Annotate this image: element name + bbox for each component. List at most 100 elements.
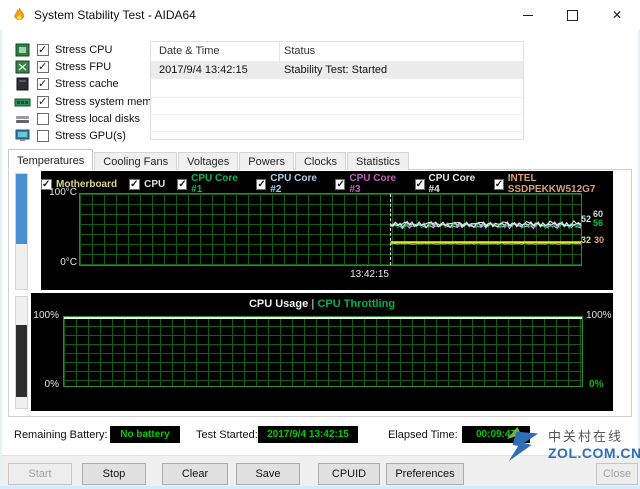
stress-option-disks[interactable]: Stress local disks bbox=[14, 110, 167, 127]
stress-option-cpu[interactable]: Stress CPU bbox=[14, 41, 167, 58]
legend-item-cpu-core-1[interactable]: CPU Core #1 bbox=[177, 173, 244, 195]
memory-module-icon bbox=[14, 95, 31, 109]
tab-clocks[interactable]: Clocks bbox=[294, 152, 346, 170]
tab-bar: Temperatures Cooling Fans Voltages Power… bbox=[8, 149, 410, 170]
preferences-button[interactable]: Preferences bbox=[386, 463, 464, 485]
legend-item-cpu-core-3[interactable]: CPU Core #3 bbox=[335, 173, 402, 195]
save-button[interactable]: Save bbox=[236, 463, 300, 485]
close-window-button[interactable]: Close bbox=[596, 463, 638, 485]
legend-checkbox[interactable] bbox=[414, 178, 425, 190]
stress-cache-label: Stress cache bbox=[55, 78, 119, 91]
stress-disks-label: Stress local disks bbox=[55, 112, 140, 125]
test-started-value: 2017/9/4 13:42:15 bbox=[267, 429, 349, 440]
column-header-status[interactable]: Status bbox=[284, 45, 315, 57]
row-separator bbox=[151, 97, 523, 98]
cpuid-button[interactable]: CPUID bbox=[318, 463, 380, 485]
slider-thumb[interactable] bbox=[16, 325, 27, 397]
slider-thumb[interactable] bbox=[16, 174, 27, 244]
maximize-icon bbox=[566, 9, 578, 21]
event-log-row[interactable]: 2017/9/4 13:42:15 Stability Test: Starte… bbox=[151, 61, 523, 79]
row-separator bbox=[151, 131, 523, 132]
stress-memory-checkbox[interactable] bbox=[37, 95, 49, 108]
tab-voltages[interactable]: Voltages bbox=[178, 152, 239, 170]
legend-checkbox[interactable] bbox=[493, 178, 504, 190]
close-icon: ✕ bbox=[611, 8, 623, 22]
legend-checkbox[interactable] bbox=[129, 178, 141, 190]
elapsed-time-value: 00:09:47 bbox=[475, 429, 517, 440]
elapsed-time-label: Elapsed Time: bbox=[388, 429, 458, 441]
minimize-icon bbox=[523, 14, 533, 16]
stress-cache-checkbox[interactable] bbox=[37, 78, 49, 91]
close-button[interactable]: ✕ bbox=[594, 0, 640, 30]
usage-y-min-left: 0% bbox=[44, 379, 59, 390]
minimize-button[interactable] bbox=[506, 0, 550, 30]
hard-disk-icon bbox=[14, 112, 31, 126]
legend-checkbox[interactable] bbox=[335, 178, 346, 190]
flame-app-icon bbox=[11, 7, 28, 29]
stability-test-window: System Stability Test - AIDA64 ✕ Stress … bbox=[0, 0, 640, 489]
legend-label: CPU Core #2 bbox=[270, 173, 317, 195]
cpu-usage-title: CPU Usage bbox=[248, 298, 309, 310]
y-axis-max-label: 100°C bbox=[49, 187, 77, 198]
temperature-chart: Motherboard CPU CPU Core #1 CPU Core #2 … bbox=[41, 171, 613, 290]
current-value-core1: 56 bbox=[593, 218, 604, 228]
stress-option-gpu[interactable]: Stress GPU(s) bbox=[14, 127, 167, 144]
window-edge bbox=[0, 30, 2, 489]
clear-button[interactable]: Clear bbox=[162, 463, 228, 485]
tab-statistics[interactable]: Statistics bbox=[347, 152, 410, 170]
legend-label: CPU Core #4 bbox=[428, 173, 476, 195]
tab-temperatures[interactable]: Temperatures bbox=[8, 149, 94, 170]
stop-button[interactable]: Stop bbox=[82, 463, 146, 485]
elapsed-time-value-box: 00:09:47 bbox=[462, 426, 530, 443]
legend-label: CPU Core #1 bbox=[191, 173, 238, 195]
usage-plot-grid bbox=[63, 316, 583, 387]
temperatures-tab-panel: Motherboard CPU CPU Core #1 CPU Core #2 … bbox=[8, 169, 632, 417]
legend-item-ssd[interactable]: INTEL SSDPEKKW512G7 bbox=[493, 173, 613, 195]
event-status: Stability Test: Started bbox=[284, 64, 388, 76]
y-axis-min-label: 0°C bbox=[60, 257, 77, 268]
event-datetime: 2017/9/4 13:42:15 bbox=[159, 64, 248, 76]
tab-powers[interactable]: Powers bbox=[239, 152, 294, 170]
test-started-value-box: 2017/9/4 13:42:15 bbox=[258, 426, 358, 443]
temperature-traces bbox=[390, 219, 581, 245]
window-title: System Stability Test - AIDA64 bbox=[34, 8, 196, 22]
current-value-motherboard: 32 bbox=[581, 235, 592, 245]
test-started-label: Test Started: bbox=[196, 429, 258, 441]
gpu-monitor-icon bbox=[14, 129, 31, 143]
legend-item-cpu[interactable]: CPU bbox=[129, 178, 166, 190]
cpu-usage-line bbox=[64, 317, 582, 319]
stress-fpu-checkbox[interactable] bbox=[37, 60, 49, 73]
tab-cooling-fans[interactable]: Cooling Fans bbox=[94, 152, 178, 170]
stress-gpu-checkbox[interactable] bbox=[37, 130, 49, 143]
cache-chip-icon bbox=[14, 77, 31, 91]
row-separator bbox=[151, 114, 523, 115]
legend-label: CPU bbox=[144, 178, 166, 190]
column-divider bbox=[279, 42, 280, 61]
button-bar: Start Stop Clear Save CPUID Preferences … bbox=[0, 455, 640, 489]
start-time-label: 13:42:15 bbox=[350, 269, 389, 280]
maximize-button[interactable] bbox=[550, 0, 594, 30]
temperature-legend: Motherboard CPU CPU Core #1 CPU Core #2 … bbox=[41, 173, 613, 195]
usage-y-max-left: 100% bbox=[33, 310, 59, 321]
column-header-datetime[interactable]: Date & Time bbox=[159, 45, 220, 57]
stress-option-cache[interactable]: Stress cache bbox=[14, 76, 167, 93]
usage-chart-scale-slider[interactable] bbox=[15, 296, 28, 409]
stress-options-list: Stress CPU Stress FPU Stress cache Stres… bbox=[14, 41, 167, 145]
start-button[interactable]: Start bbox=[8, 463, 72, 485]
stress-disks-checkbox[interactable] bbox=[37, 112, 49, 125]
legend-item-cpu-core-2[interactable]: CPU Core #2 bbox=[256, 173, 323, 195]
status-row: Remaining Battery: No battery Test Start… bbox=[0, 425, 640, 447]
usage-chart-title: CPU Usage | CPU Throttling bbox=[31, 298, 613, 310]
temperature-chart-scale-slider[interactable] bbox=[15, 173, 28, 290]
stress-option-fpu[interactable]: Stress FPU bbox=[14, 58, 167, 75]
legend-checkbox[interactable] bbox=[177, 178, 188, 190]
legend-item-cpu-core-4[interactable]: CPU Core #4 bbox=[414, 173, 482, 195]
current-value-ssd: 30 bbox=[594, 235, 605, 245]
battery-value-box: No battery bbox=[110, 426, 180, 443]
stress-option-memory[interactable]: Stress system memory bbox=[14, 93, 167, 110]
title-separator: | bbox=[311, 298, 315, 310]
stress-cpu-checkbox[interactable] bbox=[37, 43, 49, 56]
current-value-core2: 52 bbox=[581, 214, 592, 224]
temperature-plot-grid bbox=[79, 193, 582, 266]
legend-checkbox[interactable] bbox=[256, 178, 267, 190]
